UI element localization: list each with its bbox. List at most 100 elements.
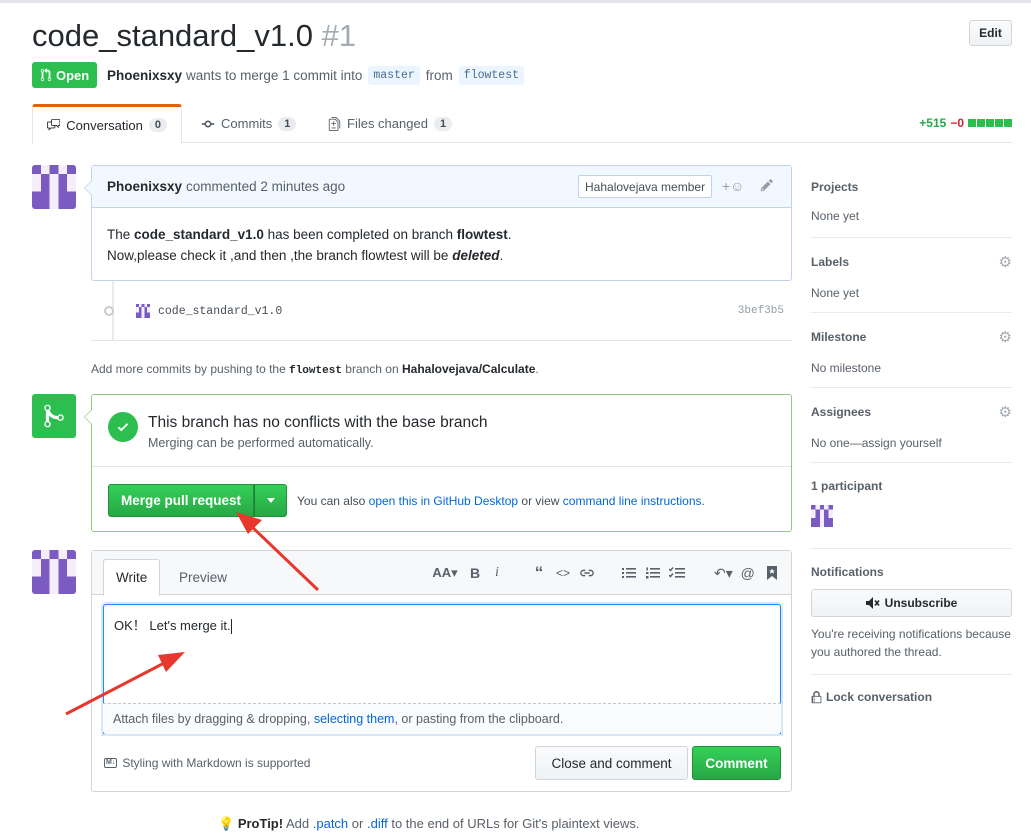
unordered-list-icon[interactable]	[620, 564, 638, 582]
tab-commits-label: Commits	[221, 116, 273, 131]
push-note-branch: flowtest	[289, 365, 342, 377]
edit-title-button[interactable]: Edit	[969, 20, 1012, 46]
diffstat-additions: +515	[919, 116, 947, 130]
link-icon[interactable]	[578, 564, 596, 582]
protip-text: or	[351, 816, 364, 831]
comment-text-emphasis: deleted	[452, 248, 500, 263]
pr-meta: Phoenixsxy wants to merge 1 commit into …	[107, 62, 526, 88]
markdown-toolbar: AA▾ B i “ <> ↶▾ @	[430, 563, 781, 582]
gear-icon[interactable]: ⚙	[999, 253, 1012, 271]
pr-author-link[interactable]: Phoenixsxy	[107, 68, 182, 83]
pr-title: code_standard_v1.0 #1	[32, 18, 356, 54]
comment-text: The	[107, 227, 131, 242]
diffstat: +515 −0	[919, 116, 1012, 130]
merge-pull-request-button[interactable]: Merge pull request	[108, 484, 255, 517]
check-icon	[108, 412, 138, 442]
sidebar-projects: Projects None yet	[811, 180, 1012, 238]
comment-text: .	[507, 227, 512, 242]
merge-actions: Merge pull request You can also open thi…	[108, 484, 705, 517]
sidebar-labels-title: Labels	[811, 255, 850, 269]
state-label: Open	[56, 67, 90, 83]
add-reaction-icon[interactable]: +☺	[722, 178, 744, 194]
merge-alt-text: .	[701, 493, 705, 508]
tab-commits[interactable]: Commits 1	[187, 104, 310, 143]
merge-alt-text: or view	[521, 493, 560, 508]
open-github-desktop-link[interactable]: open this in GitHub Desktop	[369, 494, 518, 508]
select-files-link[interactable]: selecting them	[314, 712, 395, 726]
merge-method-dropdown[interactable]	[254, 484, 288, 517]
pr-tabs: Conversation 0 Commits 1 Files changed 1…	[32, 104, 1012, 144]
pencil-icon[interactable]	[760, 178, 774, 192]
diff-link[interactable]: .diff	[367, 816, 388, 831]
push-note-text: Add more commits by pushing to the	[91, 362, 286, 376]
italic-icon[interactable]: i	[488, 564, 506, 582]
avatar[interactable]	[32, 165, 76, 209]
diffstat-blocks	[968, 119, 1012, 127]
git-commit-icon	[201, 120, 215, 127]
attach-text: Attach files by dragging & dropping,	[113, 712, 311, 726]
assign-yourself-link[interactable]: No one—assign yourself	[811, 434, 1012, 452]
avatar[interactable]	[32, 550, 76, 594]
gear-icon[interactable]: ⚙	[999, 328, 1012, 346]
protip-label: ProTip!	[237, 816, 284, 831]
close-and-comment-button[interactable]: Close and comment	[535, 746, 688, 780]
git-pull-request-icon	[40, 68, 52, 82]
tab-preview[interactable]: Preview	[167, 559, 239, 596]
tab-commits-count: 1	[278, 116, 297, 131]
merge-alt-text: You can also	[297, 493, 366, 508]
tab-write[interactable]: Write	[103, 559, 161, 596]
merge-box: This branch has no conflicts with the ba…	[84, 394, 792, 532]
bold-icon[interactable]: B	[466, 564, 484, 582]
reply-icon[interactable]: ↶▾	[714, 564, 733, 582]
sidebar-milestone-value: No milestone	[811, 361, 882, 375]
sidebar-notifications-title: Notifications	[811, 565, 884, 579]
mention-icon[interactable]: @	[739, 564, 757, 582]
sidebar-labels-value: None yet	[811, 286, 860, 300]
commit-row: code_standard_v1.0 3bef3b5	[104, 300, 792, 322]
ordered-list-icon[interactable]	[644, 564, 662, 582]
sidebar-milestone-title: Milestone	[811, 330, 867, 344]
comment-actions: +☺	[722, 178, 774, 194]
pr-title-text: code_standard_v1.0	[32, 18, 313, 53]
head-branch[interactable]: flowtest	[458, 65, 525, 85]
merge-alternatives: You can also open this in GitHub Desktop…	[297, 494, 705, 508]
bookmark-icon[interactable]	[763, 564, 781, 582]
commit-message[interactable]: code_standard_v1.0	[158, 305, 282, 318]
tab-files-changed[interactable]: Files changed 1	[314, 104, 466, 143]
pr-merge-text: wants to merge 1 commit into	[186, 67, 363, 83]
markdown-icon: M↓	[104, 758, 118, 768]
protip-text: to the end of URLs for Git's plaintext v…	[391, 816, 640, 831]
comment-button[interactable]: Comment	[692, 746, 781, 780]
push-note-text: branch on	[345, 362, 399, 376]
comment-time[interactable]: 2 minutes ago	[260, 179, 345, 194]
commit-sha[interactable]: 3bef3b5	[738, 305, 784, 317]
tab-conversation-count: 0	[148, 118, 167, 132]
push-note-repo[interactable]: Hahalovejava/Calculate	[402, 362, 535, 376]
patch-link[interactable]: .patch	[313, 816, 348, 831]
divider	[91, 340, 792, 341]
markdown-note-link[interactable]: Styling with Markdown is supported	[122, 756, 310, 770]
file-attach-bar[interactable]: Attach files by dragging & dropping, sel…	[103, 703, 781, 734]
light-bulb-icon: 💡	[218, 816, 235, 831]
editor-header: Write Preview AA▾ B i “ <> ↶▾ @	[92, 551, 791, 596]
pr-number: #1	[321, 18, 357, 53]
top-border	[0, 0, 1031, 3]
quote-icon[interactable]: “	[530, 563, 548, 582]
code-icon[interactable]: <>	[554, 564, 572, 582]
unsubscribe-button[interactable]: Unsubscribe	[811, 589, 1012, 617]
gear-icon[interactable]: ⚙	[999, 403, 1012, 421]
commit-item: code_standard_v1.0	[136, 304, 282, 318]
comment-box: Phoenixsxy commented 2 minutes ago Hahal…	[84, 165, 792, 281]
sidebar-assignees-title: Assignees	[811, 405, 872, 419]
text-size-icon[interactable]: AA▾	[430, 564, 460, 582]
state-badge-open: Open	[32, 62, 98, 88]
task-list-icon[interactable]	[668, 564, 686, 582]
tab-conversation[interactable]: Conversation 0	[32, 104, 182, 144]
participant-avatar[interactable]	[811, 505, 833, 527]
comment-text-bold: code_standard_v1.0	[134, 227, 264, 242]
lock-conversation-link[interactable]: Lock conversation	[811, 690, 932, 704]
command-line-instructions-link[interactable]: command line instructions	[563, 494, 702, 508]
base-branch[interactable]: master	[368, 65, 420, 85]
member-badge: Hahalovejava member	[578, 175, 713, 198]
comment-author[interactable]: Phoenixsxy	[107, 179, 182, 194]
